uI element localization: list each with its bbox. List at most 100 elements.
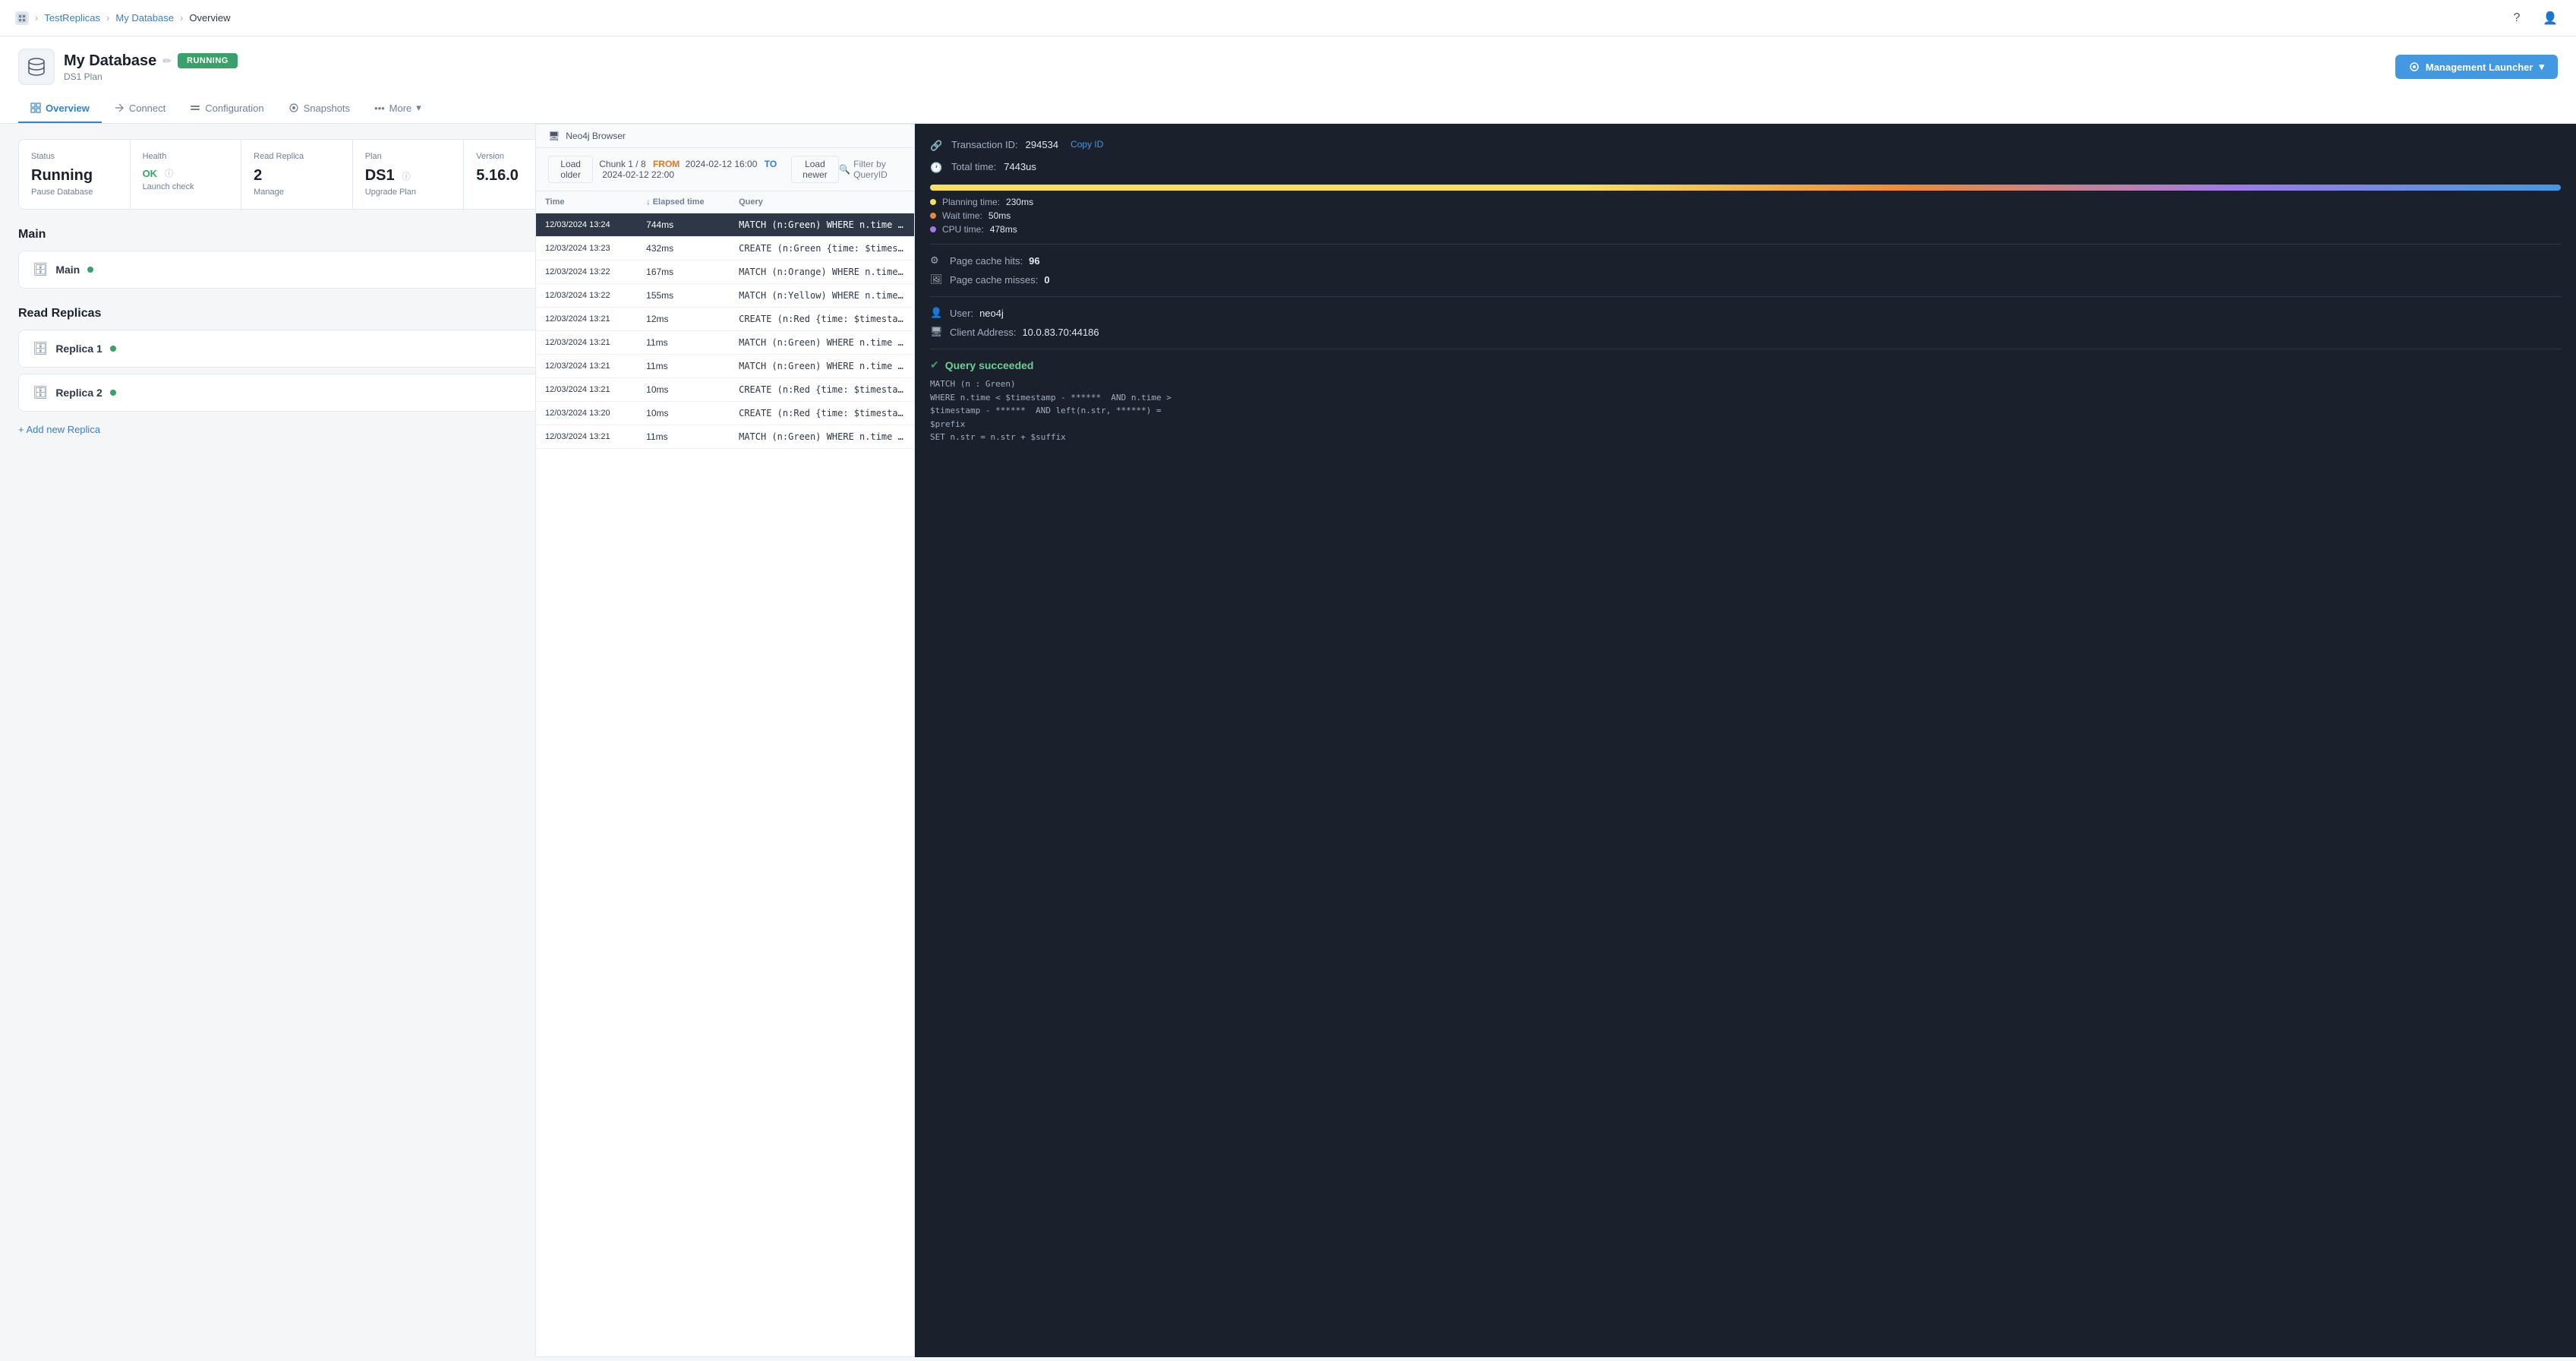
col-time: Time xyxy=(536,191,637,213)
edit-icon[interactable]: ✏ xyxy=(162,55,172,68)
query-row-7[interactable]: 12/03/2024 13:21 10ms CREATE (n:Red {tim… xyxy=(536,378,914,402)
home-icon[interactable] xyxy=(15,11,29,25)
query-row-3[interactable]: 12/03/2024 13:22 155ms MATCH (n:Yellow) … xyxy=(536,284,914,308)
breadcrumb-link2[interactable]: My Database xyxy=(115,12,174,24)
cpu-time-item: CPU time: 478ms xyxy=(930,224,2561,235)
cell-elapsed-2: 167ms xyxy=(637,261,730,284)
cell-time-3: 12/03/2024 13:22 xyxy=(536,284,637,308)
cell-time-0: 12/03/2024 13:24 xyxy=(536,213,637,237)
cell-elapsed-1: 432ms xyxy=(637,237,730,261)
user-detail-icon: 👤 xyxy=(930,307,944,321)
tab-configuration[interactable]: Configuration xyxy=(178,95,276,123)
col-elapsed: ↓ Elapsed time xyxy=(637,191,730,213)
running-badge: RUNNING xyxy=(178,53,238,68)
cell-elapsed-7: 10ms xyxy=(637,378,730,402)
query-row-4[interactable]: 12/03/2024 13:21 12ms CREATE (n:Red {tim… xyxy=(536,308,914,331)
cell-elapsed-4: 12ms xyxy=(637,308,730,331)
query-status: Query succeeded xyxy=(945,359,1034,371)
wait-time-item: Wait time: 50ms xyxy=(930,210,2561,221)
health-info-icon[interactable]: ⓘ xyxy=(165,167,173,179)
cell-time-4: 12/03/2024 13:21 xyxy=(536,308,637,331)
transaction-icon: 🔗 xyxy=(930,140,944,153)
load-older-button[interactable]: Load older xyxy=(548,156,593,183)
db-header: My Database ✏ RUNNING DS1 Plan Managemen… xyxy=(0,36,2576,124)
query-overlay: 🖥 Neo4j Browser Load older Chunk 1 / 8 F… xyxy=(535,124,2576,1357)
management-launcher-button[interactable]: Management Launcher ▾ xyxy=(2395,55,2558,79)
planning-time-item: Planning time: 230ms xyxy=(930,197,2561,207)
load-newer-button[interactable]: Load newer xyxy=(791,156,840,183)
query-list: 🖥 Neo4j Browser Load older Chunk 1 / 8 F… xyxy=(535,124,915,1357)
query-row-5[interactable]: 12/03/2024 13:21 11ms MATCH (n:Green) WH… xyxy=(536,331,914,355)
cell-query-9: MATCH (n:Green) WHERE n.time < $timestam… xyxy=(730,425,914,449)
query-row-0[interactable]: 12/03/2024 13:24 744ms MATCH (n:Green) W… xyxy=(536,213,914,237)
db-plan: DS1 Plan xyxy=(64,71,238,82)
cell-query-6: MATCH (n:Green) WHERE n.time < $timestam… xyxy=(730,355,914,378)
cell-time-8: 12/03/2024 13:20 xyxy=(536,402,637,425)
main-db-icon: 🗄 xyxy=(33,262,48,277)
tab-overview[interactable]: Overview xyxy=(18,95,102,123)
total-time-label: Total time: xyxy=(951,161,996,172)
cell-query-0: MATCH (n:Green) WHERE n.time < $timestam… xyxy=(730,213,914,237)
replica2-name: Replica 2 xyxy=(55,387,102,399)
user-icon[interactable]: 👤 xyxy=(2540,8,2561,29)
divider1 xyxy=(930,244,2561,245)
neo4j-browser-bar: 🖥 Neo4j Browser xyxy=(536,125,914,148)
col-query: Query xyxy=(730,191,914,213)
replica2-icon: 🗄 xyxy=(33,385,48,400)
cache-hits-row: ⚙ Page cache hits: 96 xyxy=(930,254,2561,268)
stat-health: Health OK ⓘ Launch check xyxy=(131,140,241,209)
cell-time-1: 12/03/2024 13:23 xyxy=(536,237,637,261)
breadcrumb-sep1: › xyxy=(35,12,38,24)
replica2-status-dot xyxy=(110,390,116,396)
cell-time-9: 12/03/2024 13:21 xyxy=(536,425,637,449)
query-row-6[interactable]: 12/03/2024 13:21 11ms MATCH (n:Green) WH… xyxy=(536,355,914,378)
replica-value: 2 xyxy=(254,167,340,185)
plan-value: DS1 xyxy=(365,167,395,185)
launch-check-link[interactable]: Launch check xyxy=(143,182,229,191)
time-bar xyxy=(930,185,2561,191)
manage-link[interactable]: Manage xyxy=(254,188,340,197)
query-code: MATCH (n : Green) WHERE n.time < $timest… xyxy=(930,377,2561,444)
cell-query-7: CREATE (n:Red {time: $timestamp, str: $r… xyxy=(730,378,914,402)
chunk-from-date: 2024-02-12 16:00 xyxy=(686,159,758,169)
cell-query-3: MATCH (n:Yellow) WHERE n.time = $timesta… xyxy=(730,284,914,308)
query-row-8[interactable]: 12/03/2024 13:20 10ms CREATE (n:Red {tim… xyxy=(536,402,914,425)
cell-elapsed-0: 744ms xyxy=(637,213,730,237)
cache-misses-icon: 🖼 xyxy=(930,273,944,287)
total-time-value: 7443us xyxy=(1004,161,1036,172)
tab-more[interactable]: ••• More ▾ xyxy=(362,94,434,123)
wait-dot xyxy=(930,213,936,219)
breadcrumb-sep2: › xyxy=(106,12,109,24)
cell-query-2: MATCH (n:Orange) WHERE n.time < $timesta… xyxy=(730,261,914,284)
db-info: My Database ✏ RUNNING DS1 Plan xyxy=(18,49,238,85)
filter-query-btn[interactable]: 🔍 Filter by QueryID xyxy=(839,159,902,180)
time-breakdown: Planning time: 230ms Wait time: 50ms CPU… xyxy=(930,197,2561,235)
plan-info-icon[interactable]: ⓘ xyxy=(402,170,411,182)
chunk-to-label: TO xyxy=(765,159,777,169)
replica1-status-dot xyxy=(110,346,116,352)
cache-hits-icon: ⚙ xyxy=(930,254,944,268)
tab-snapshots[interactable]: Snapshots xyxy=(276,95,362,123)
stat-replica: Read Replica 2 Manage xyxy=(241,140,352,209)
tab-bar: Overview Connect Configuration Snapshots… xyxy=(18,94,2558,123)
query-row-2[interactable]: 12/03/2024 13:22 167ms MATCH (n:Orange) … xyxy=(536,261,914,284)
tab-connect[interactable]: Connect xyxy=(102,95,178,123)
cell-time-7: 12/03/2024 13:21 xyxy=(536,378,637,402)
total-time-row: 🕐 Total time: 7443us xyxy=(930,161,2561,175)
pause-db-link[interactable]: Pause Database xyxy=(31,188,118,197)
cell-elapsed-5: 11ms xyxy=(637,331,730,355)
help-icon[interactable]: ? xyxy=(2506,8,2527,29)
replica1-name: Replica 1 xyxy=(55,343,102,355)
time-icon: 🕐 xyxy=(930,162,944,175)
query-row-9[interactable]: 12/03/2024 13:21 11ms MATCH (n:Green) WH… xyxy=(536,425,914,449)
cache-misses-row: 🖼 Page cache misses: 0 xyxy=(930,273,2561,287)
detail-panel: 🔗 Transaction ID: 294534 Copy ID 🕐 Total… xyxy=(915,124,2576,1357)
upgrade-plan-link[interactable]: Upgrade Plan xyxy=(365,188,452,197)
query-row-1[interactable]: 12/03/2024 13:23 432ms CREATE (n:Green {… xyxy=(536,237,914,261)
transaction-id-row: 🔗 Transaction ID: 294534 Copy ID xyxy=(930,139,2561,153)
cell-query-8: CREATE (n:Red {time: $timestamp, str: $r… xyxy=(730,402,914,425)
copy-id-button[interactable]: Copy ID xyxy=(1070,139,1103,150)
breadcrumb-link1[interactable]: TestReplicas xyxy=(44,12,100,24)
cell-elapsed-9: 11ms xyxy=(637,425,730,449)
time-bar-container: Planning time: 230ms Wait time: 50ms CPU… xyxy=(930,185,2561,235)
